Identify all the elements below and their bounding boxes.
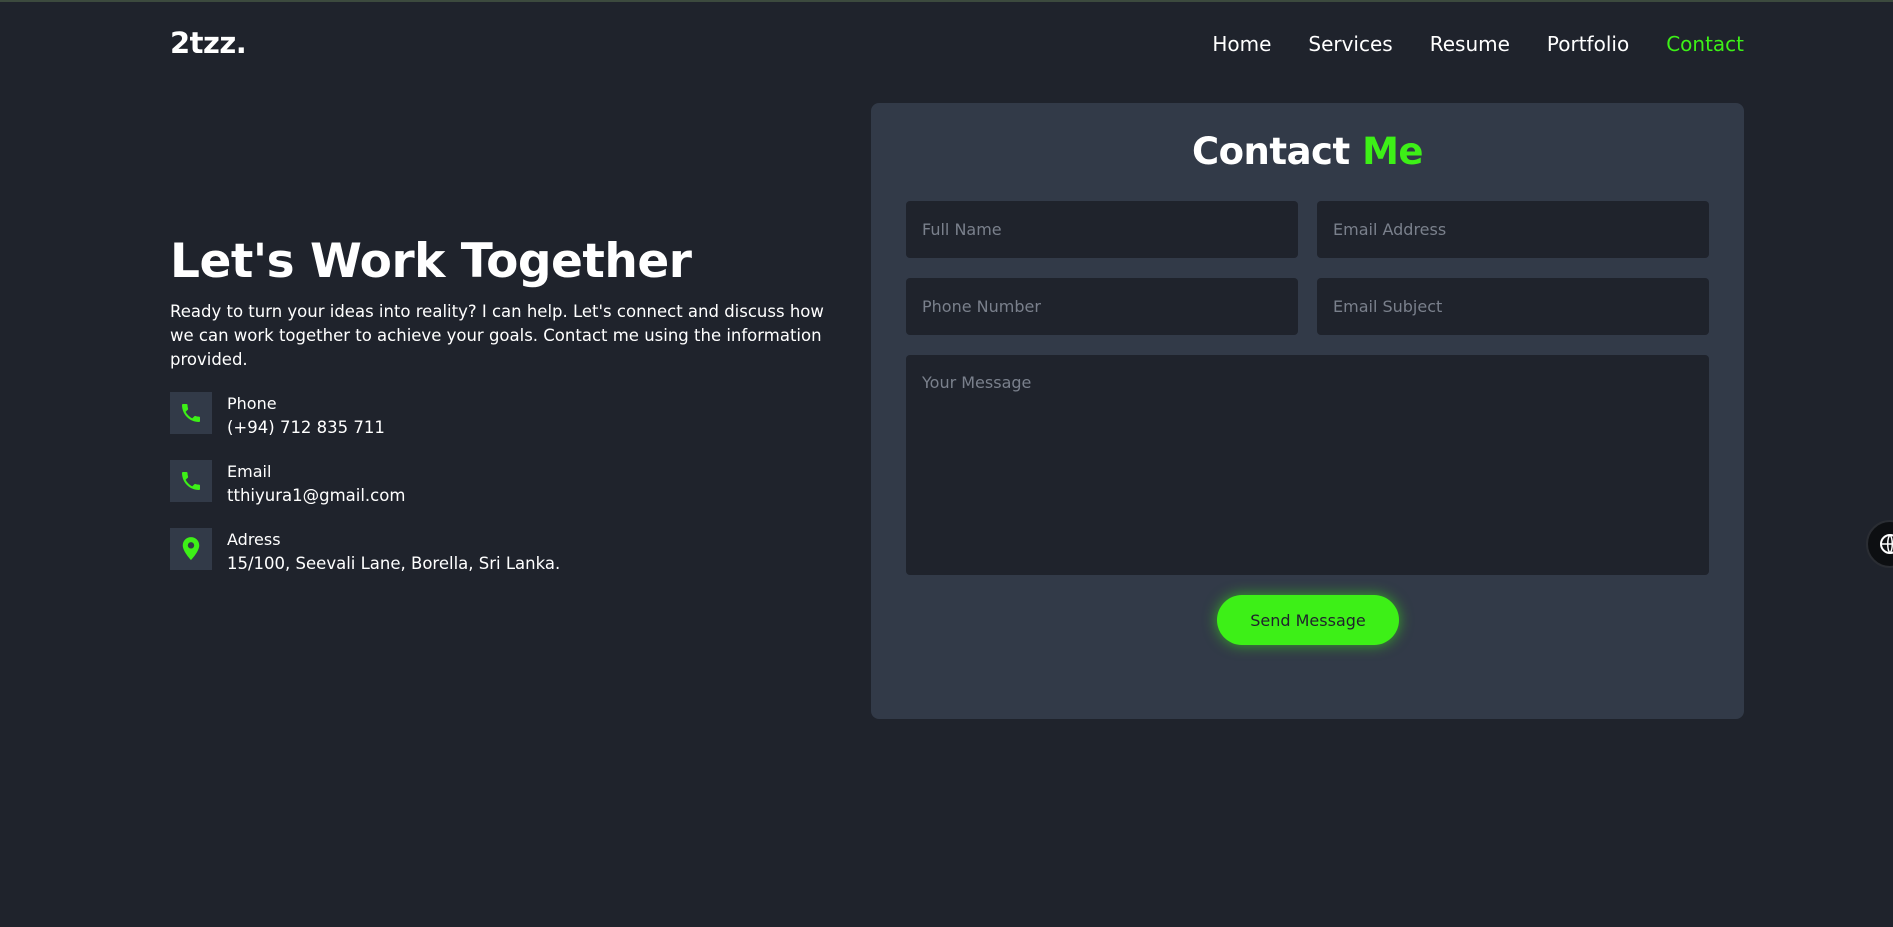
globe-icon [1880, 534, 1893, 554]
email-label: Email [227, 462, 272, 481]
intro-text: Ready to turn your ideas into reality? I… [170, 302, 824, 369]
nav-contact[interactable]: Contact [1666, 32, 1744, 56]
nav-resume[interactable]: Resume [1430, 32, 1510, 56]
form-title: Contact Me [871, 130, 1744, 173]
phone-label: Phone [227, 394, 277, 413]
nav-home[interactable]: Home [1212, 32, 1271, 56]
nav-services[interactable]: Services [1308, 32, 1392, 56]
email-value: tthiyura1@gmail.com [227, 486, 406, 505]
email-subject-input[interactable] [1317, 278, 1709, 335]
form-title-main: Contact [1191, 130, 1350, 173]
phone-value: (+94) 712 835 711 [227, 418, 385, 437]
contact-info-phone: Phone (+94) 712 835 711 [170, 392, 385, 440]
send-message-button[interactable]: Send Message [1217, 595, 1399, 645]
page-title: Let's Work Together [170, 234, 692, 289]
phone-number-input[interactable] [906, 278, 1298, 335]
full-name-input[interactable] [906, 201, 1298, 258]
email-address-input[interactable] [1317, 201, 1709, 258]
phone-icon [170, 460, 212, 502]
floating-widget-button[interactable] [1866, 520, 1893, 568]
contact-info-email: Email tthiyura1@gmail.com [170, 460, 405, 508]
main-nav: Home Services Resume Portfolio Contact [1212, 32, 1744, 56]
location-pin-icon [170, 528, 212, 570]
phone-icon [170, 392, 212, 434]
message-textarea[interactable] [906, 355, 1709, 575]
contact-info-address: Adress 15/100, Seevali Lane, Borella, Sr… [170, 528, 560, 576]
address-value: 15/100, Seevali Lane, Borella, Sri Lanka… [227, 554, 561, 573]
form-title-accent: Me [1362, 130, 1423, 173]
top-border [0, 0, 1893, 2]
site-logo[interactable]: 2tzz. [170, 26, 247, 60]
intro-section: Let's Work Together Ready to turn your i… [170, 230, 830, 372]
address-label: Adress [227, 530, 281, 549]
contact-form-card: Contact Me Send Message [871, 103, 1744, 719]
nav-portfolio[interactable]: Portfolio [1547, 32, 1629, 56]
